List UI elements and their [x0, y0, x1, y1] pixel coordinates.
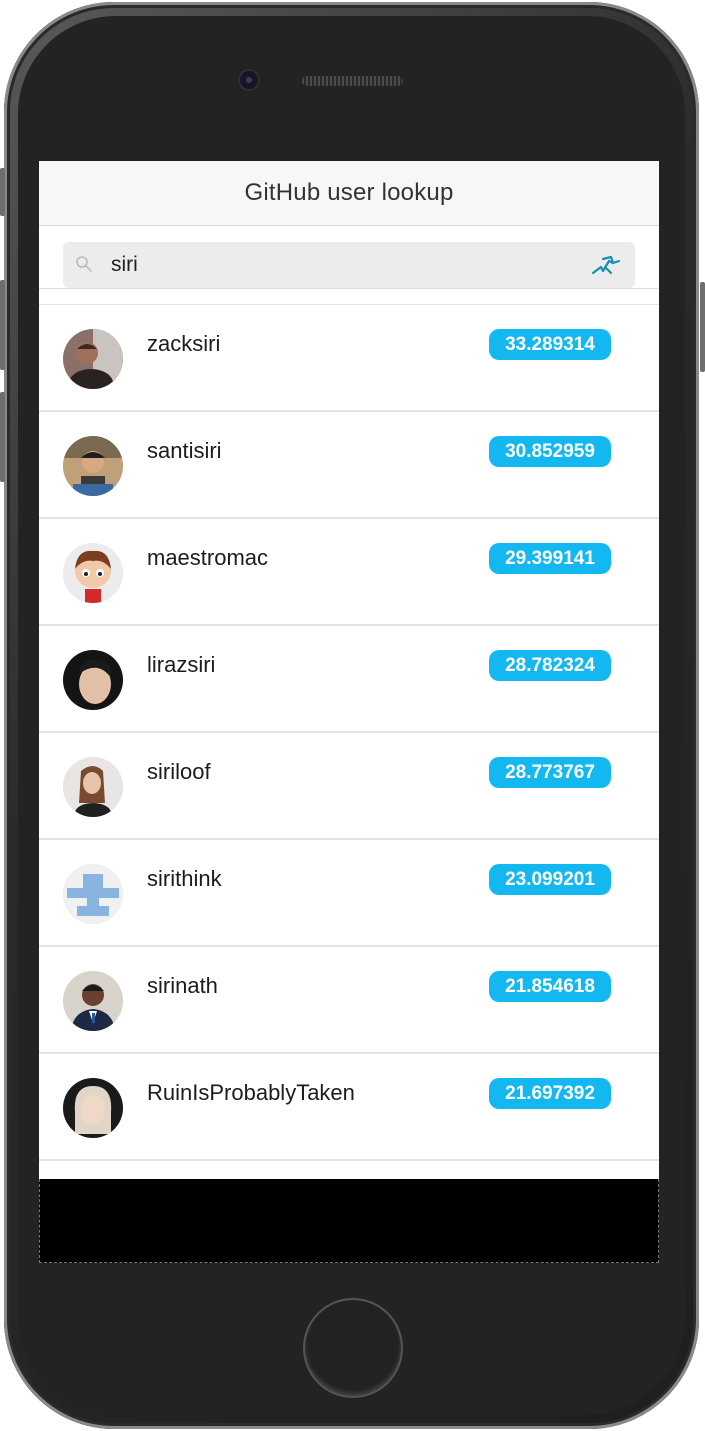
score-badge: 28.773767 — [489, 757, 611, 788]
score-badge: 21.854618 — [489, 971, 611, 1002]
user-row[interactable]: siriloof 28.773767 — [39, 733, 659, 840]
user-row[interactable]: maestromac 29.399141 — [39, 519, 659, 626]
mute-switch — [0, 168, 5, 216]
search-bar-container — [39, 226, 659, 289]
username: santisiri — [147, 438, 222, 463]
user-row[interactable]: lirazsiri 28.782324 — [39, 626, 659, 733]
search-bar[interactable] — [63, 242, 635, 288]
user-row[interactable]: zacksiri 33.289314 — [39, 305, 659, 412]
username: lirazsiri — [147, 652, 216, 677]
username: maestromac — [147, 545, 269, 570]
avatar — [63, 864, 123, 924]
power-button — [700, 282, 705, 372]
volume-up-button — [0, 280, 5, 370]
user-list: zacksiri 33.289314 santisiri 30.852959 m… — [39, 304, 659, 1161]
user-row[interactable]: RuinIsProbablyTaken 21.697392 — [39, 1054, 659, 1161]
front-camera — [240, 71, 258, 89]
earpiece-speaker — [302, 76, 403, 86]
username: RuinIsProbablyTaken — [147, 1080, 355, 1105]
username: sirithink — [147, 866, 222, 891]
score-badge: 28.782324 — [489, 650, 611, 681]
score-badge: 23.099201 — [489, 864, 611, 895]
volume-down-button — [0, 392, 5, 482]
avatar — [63, 650, 123, 710]
user-row[interactable]: santisiri 30.852959 — [39, 412, 659, 519]
score-badge: 29.399141 — [489, 543, 611, 574]
avatar — [63, 436, 123, 496]
search-input[interactable] — [111, 242, 561, 288]
screen-blank-area — [39, 1179, 659, 1263]
app-screen: GitHub user lookup siri zacksiri 33.2893… — [39, 161, 659, 1179]
search-icon — [76, 256, 92, 272]
username: siriloof — [147, 759, 211, 784]
score-badge: 33.289314 — [489, 329, 611, 360]
username: sirinath — [147, 973, 218, 998]
user-row[interactable]: sirithink 23.099201 — [39, 840, 659, 947]
avatar — [63, 329, 123, 389]
navigation-bar: GitHub user lookup — [39, 161, 659, 226]
avatar — [63, 971, 123, 1031]
username: zacksiri — [147, 331, 221, 356]
user-row[interactable]: sirinath 21.854618 — [39, 947, 659, 1054]
avatar — [63, 1078, 123, 1138]
avatar — [63, 543, 123, 603]
loading-runner-icon — [591, 255, 621, 275]
score-badge: 21.697392 — [489, 1078, 611, 1109]
page-title: GitHub user lookup — [244, 179, 454, 206]
home-button[interactable] — [303, 1298, 403, 1398]
score-badge: 30.852959 — [489, 436, 611, 467]
avatar — [63, 757, 123, 817]
